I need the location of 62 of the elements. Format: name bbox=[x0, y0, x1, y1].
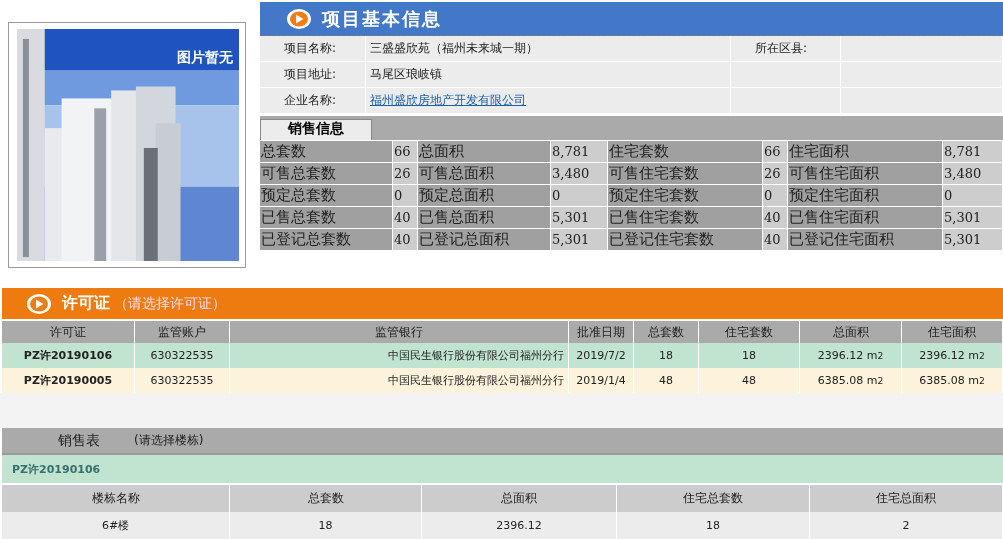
stat-value: 26 bbox=[763, 163, 788, 184]
permit-number: PZ许20190106 bbox=[12, 461, 101, 477]
table-cell: 2 bbox=[810, 512, 1003, 539]
stat-value: 5,301 bbox=[551, 207, 608, 228]
stat-value: 0 bbox=[763, 185, 788, 206]
play-icon bbox=[26, 292, 52, 315]
stat-value: 66 bbox=[393, 141, 418, 162]
stat-label: 可售总套数 bbox=[260, 163, 393, 184]
play-icon bbox=[286, 7, 312, 30]
stat-label: 已售总面积 bbox=[418, 207, 551, 228]
stat-label: 可售总面积 bbox=[418, 163, 551, 184]
table-cell: 18 bbox=[230, 512, 422, 539]
photo-caption: 图片暂无 bbox=[177, 49, 233, 67]
stat-value: 8,781 bbox=[551, 141, 608, 162]
stat-label: 预定住宅套数 bbox=[608, 185, 763, 206]
table-cell: 6#楼 bbox=[2, 512, 230, 539]
stat-value: 0 bbox=[943, 185, 1003, 206]
stat-label: 已售总套数 bbox=[260, 207, 393, 228]
stat-value: 3,480 bbox=[551, 163, 608, 184]
stat-label: 可售住宅套数 bbox=[608, 163, 763, 184]
stat-value: 66 bbox=[763, 141, 788, 162]
field-value: 三盛盛欣苑（福州未来城一期） bbox=[366, 36, 731, 61]
company-link[interactable]: 福州盛欣房地产开发有限公司 bbox=[370, 92, 526, 109]
stat-label: 总套数 bbox=[260, 141, 393, 162]
field-label: 项目名称: bbox=[260, 36, 366, 61]
stat-label: 已登记住宅面积 bbox=[788, 229, 943, 250]
table-cell: 2396.12 bbox=[422, 512, 617, 539]
permit-title: 许可证 bbox=[62, 293, 110, 315]
stat-label: 住宅面积 bbox=[788, 141, 943, 162]
stat-value: 0 bbox=[551, 185, 608, 206]
section-title: 项目基本信息 bbox=[322, 6, 442, 31]
stat-value: 3,480 bbox=[943, 163, 1003, 184]
stat-label: 总面积 bbox=[418, 141, 551, 162]
table-cell: 18 bbox=[617, 512, 810, 539]
field-value: 马尾区琅岐镇 bbox=[366, 62, 731, 87]
stat-label: 已售住宅套数 bbox=[608, 207, 763, 228]
stat-label: 预定总套数 bbox=[260, 185, 393, 206]
stat-value: 5,301 bbox=[551, 229, 608, 250]
sales-table-hint: (请选择楼栋) bbox=[134, 432, 204, 450]
stat-label: 预定总面积 bbox=[418, 185, 551, 206]
sales-table-title: 销售表 bbox=[58, 431, 100, 450]
stat-value: 40 bbox=[763, 229, 788, 250]
permit-hint: （请选择许可证） bbox=[114, 294, 226, 313]
field-label: 项目地址: bbox=[260, 62, 366, 87]
stat-label: 已登记住宅套数 bbox=[608, 229, 763, 250]
stat-value: 5,301 bbox=[943, 229, 1003, 250]
stat-label: 住宅套数 bbox=[608, 141, 763, 162]
stat-value: 26 bbox=[393, 163, 418, 184]
field-label: 所在区县: bbox=[731, 36, 841, 61]
stat-label: 预定住宅面积 bbox=[788, 185, 943, 206]
stat-value: 0 bbox=[393, 185, 418, 206]
stat-value: 40 bbox=[393, 207, 418, 228]
stat-value: 40 bbox=[763, 207, 788, 228]
stat-label: 已登记总套数 bbox=[260, 229, 393, 250]
stat-label: 已登记总面积 bbox=[418, 229, 551, 250]
stat-value: 8,781 bbox=[943, 141, 1003, 162]
stat-label: 可售住宅面积 bbox=[788, 163, 943, 184]
stat-value: 5,301 bbox=[943, 207, 1003, 228]
stat-value: 40 bbox=[393, 229, 418, 250]
stat-label: 已售住宅面积 bbox=[788, 207, 943, 228]
sales-info-tab[interactable]: 销售信息 bbox=[260, 119, 372, 140]
field-label: 企业名称: bbox=[260, 88, 366, 113]
